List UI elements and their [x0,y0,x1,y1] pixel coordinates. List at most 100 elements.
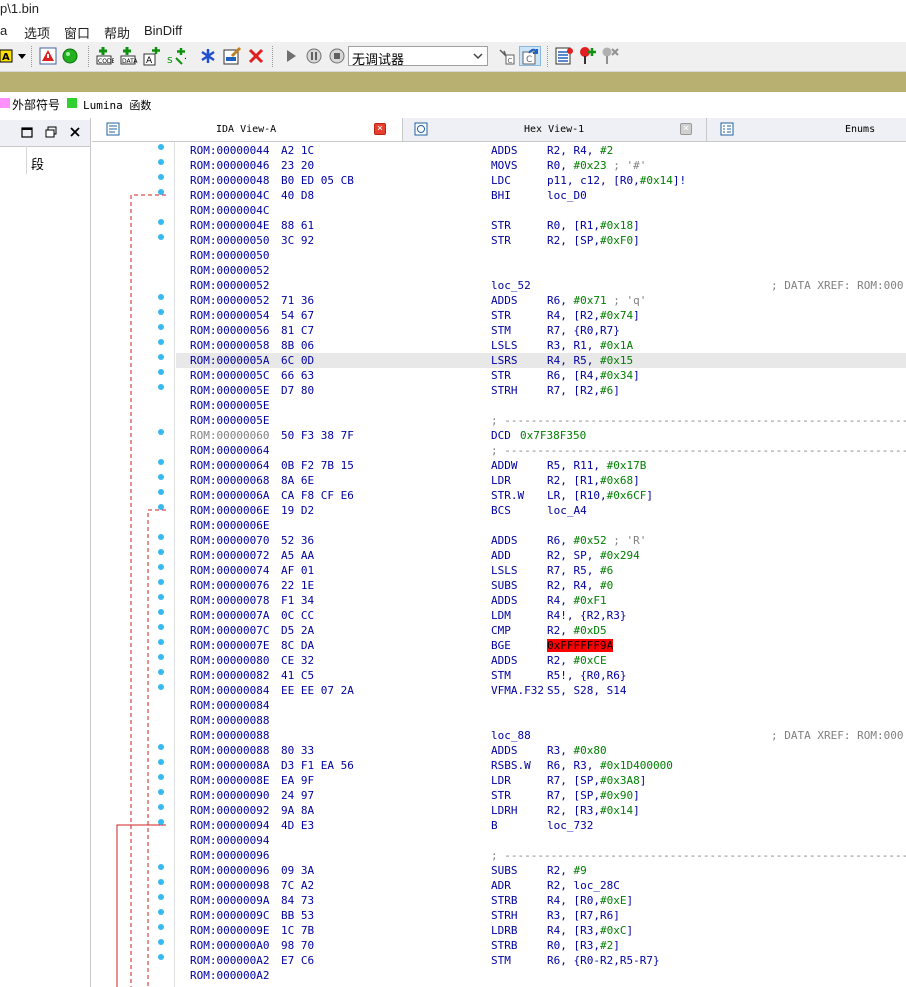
instruction-operands[interactable]: R4, #0xF1 [547,593,607,608]
disasm-line[interactable]: ROM:00000072 A5 AA ADD R2, SP, #0x294 [176,548,906,563]
restore-icon[interactable] [43,125,59,141]
add-data-icon[interactable]: DATA [118,46,138,66]
breakpoint-dot[interactable] [158,474,164,480]
disasm-line[interactable]: ROM:0000004C 40 D8 BHI loc_D0 [176,188,906,203]
instruction-operands[interactable]: R3, R1, #0x1A [547,338,633,353]
close-tab-icon[interactable]: × [680,123,692,135]
disasm-line[interactable]: ROM:00000068 8A 6E LDR R2, [R1,#0x68] [176,473,906,488]
disasm-line[interactable]: ROM:00000092 9A 8A LDRH R2, [R3,#0x14] [176,803,906,818]
instruction-operands[interactable]: R2, R4, #0 [547,578,613,593]
menu-item-options[interactable]: 选项 [24,23,50,42]
breakpoint-dot[interactable] [158,909,164,915]
disasm-line[interactable]: ROM:0000004E 88 61 STR R0, [R1,#0x18] [176,218,906,233]
disasm-line[interactable]: ROM:00000088 80 33 ADDS R3, #0x80 [176,743,906,758]
disasm-line[interactable]: ROM:0000009E 1C 7B LDRB R4, [R3,#0xC] [176,923,906,938]
breakpoint-dot[interactable] [158,504,164,510]
breakpoint-dot[interactable] [158,384,164,390]
debugger-select[interactable]: 无调试器 [348,46,488,67]
breakpoint-dot[interactable] [158,789,164,795]
instruction-operands[interactable]: R2, #0xCE [547,653,607,668]
breakpoint-dot[interactable] [158,324,164,330]
disasm-line[interactable]: ROM:00000088 loc_88 ; DATA XREF: ROM:000 [176,728,906,743]
add-code-icon[interactable]: CODE [94,46,114,66]
instruction-operands[interactable]: R4, [R2,#0x74] [547,308,640,323]
disasm-line[interactable]: ROM:0000007E 8C DA BGE 0xFFFFFF9A [176,638,906,653]
breakpoint-dot[interactable] [158,639,164,645]
disasm-line[interactable]: ROM:0000009A 84 73 STRB R4, [R0,#0xE] [176,893,906,908]
breakpoint-dot[interactable] [158,369,164,375]
disasm-line[interactable]: ROM:00000064 ; --------------------------… [176,443,906,458]
instruction-operands[interactable]: R6, {R0-R2,R5-R7} [547,953,660,968]
disasm-line[interactable]: ROM:0000009C BB 53 STRH R3, [R7,R6] [176,908,906,923]
menu-item-bindiff[interactable]: BinDiff [144,23,182,38]
breakpoint-dot[interactable] [158,669,164,675]
breakpoint-dot[interactable] [158,429,164,435]
navigation-band[interactable] [0,72,906,92]
start-debug-icon[interactable] [281,46,301,66]
instruction-operands[interactable]: R2, [R1,#0x68] [547,473,640,488]
breakpoint-dot[interactable] [158,189,164,195]
disassembly-view[interactable]: ROM:00000044 A2 1C ADDS R2, R4, #2 ROM:00000… [92,142,906,987]
edit-function-icon[interactable] [222,46,242,66]
instruction-operands[interactable]: loc_D0 [547,188,587,203]
breakpoint-dot[interactable] [158,819,164,825]
menu-item-a[interactable]: a [0,23,7,38]
close-tab-icon[interactable]: × [374,123,386,135]
disasm-line[interactable]: ROM:000000A2 E7 C6 STM R6, {R0-R2,R5-R7} [176,953,906,968]
breakpoint-dot[interactable] [158,339,164,345]
disasm-line[interactable]: ROM:00000098 7C A2 ADR R2, loc_28C [176,878,906,893]
add-breakpoint-icon[interactable] [577,46,597,66]
menu-item-help[interactable]: 帮助 [104,23,130,42]
disasm-line[interactable]: ROM:00000056 81 C7 STM R7, {R0,R7} [176,323,906,338]
instruction-operands[interactable]: R0, #0x23 ; '#' [547,158,646,173]
instruction-operands[interactable]: R7, {R0,R7} [547,323,620,338]
disasm-line[interactable]: ROM:00000052 71 36 ADDS R6, #0x71 ; 'q' [176,293,906,308]
disasm-line[interactable]: ROM:0000007C D5 2A CMP R2, #0xD5 [176,623,906,638]
instruction-operands[interactable]: R2, #0xD5 [547,623,607,638]
breakpoint-dot[interactable] [158,549,164,555]
segment-column-header[interactable]: 段 [31,154,44,173]
instruction-operands[interactable]: R2, [SP,#0xF0] [547,233,640,248]
disasm-line[interactable]: ROM:0000006A CA F8 CF E6 STR.W LR, [R10,#0x… [176,488,906,503]
disasm-line[interactable]: ROM:00000080 CE 32 ADDS R2, #0xCE [176,653,906,668]
minimize-icon[interactable] [19,125,35,141]
instruction-operands[interactable]: R0, [R1,#0x18] [547,218,640,233]
disasm-line[interactable]: ROM:0000005C 66 63 STR R6, [R4,#0x34] [176,368,906,383]
breakpoint-dot[interactable] [158,144,164,150]
remove-breakpoint-icon[interactable] [600,46,620,66]
disasm-line[interactable]: ROM:00000088 [176,713,906,728]
disasm-line[interactable]: ROM:000000A2 [176,968,906,983]
warning-icon[interactable] [38,46,58,66]
breakpoint-dot[interactable] [158,564,164,570]
disasm-line[interactable]: ROM:00000050 3C 92 STR R2, [SP,#0xF0] [176,233,906,248]
tab-hex-view-1[interactable]: Hex View-1 × [404,118,707,141]
disasm-line[interactable]: ROM:0000004C [176,203,906,218]
disasm-line[interactable]: ROM:00000046 23 20 MOVS R0, #0x23 ; '#' [176,158,906,173]
disasm-line[interactable]: ROM:00000094 4D E3 Bloc_732 [176,818,906,833]
instruction-operands[interactable]: R7, [SP,#0x90] [547,788,640,803]
disasm-line[interactable]: ROM:00000064 0B F2 7B 15 ADDW R5, R11, #0x1… [176,458,906,473]
breakpoint-dot[interactable] [158,624,164,630]
disasm-line[interactable]: ROM:00000076 22 1E SUBS R2, R4, #0 [176,578,906,593]
disasm-line[interactable]: ROM:0000008A D3 F1 EA 56 RSBS.W R6, R3, #0x… [176,758,906,773]
disasm-line[interactable]: ROM:0000005E D7 80 STRH R7, [R2,#6] [176,383,906,398]
breakpoint-dot[interactable] [158,594,164,600]
instruction-operands[interactable]: R0, [R3,#2] [547,938,620,953]
disasm-line[interactable]: ROM:000000A0 98 70 STRB R0, [R3,#2] [176,938,906,953]
disasm-line[interactable]: ROM:00000058 8B 06 LSLS R3, R1, #0x1A [176,338,906,353]
disasm-line[interactable]: ROM:00000070 52 36 ADDS R6, #0x52 ; 'R' [176,533,906,548]
instruction-operands[interactable]: 0x7F38F350 [520,428,586,443]
breakpoint-dot[interactable] [158,939,164,945]
instruction-operands[interactable]: R5!, {R0,R6} [547,668,626,683]
disasm-line[interactable]: ROM:00000050 [176,248,906,263]
instruction-operands[interactable]: R3, [R7,R6] [547,908,620,923]
breakpoint-dot[interactable] [158,894,164,900]
step-over-icon[interactable]: C [519,46,541,66]
instruction-operands[interactable]: R2, R4, #2 [547,143,613,158]
tab-enums[interactable]: Enums [708,118,906,141]
disasm-line[interactable]: ROM:00000082 41 C5 STM R5!, {R0,R6} [176,668,906,683]
instruction-operands[interactable]: R6, R3, #0x1D400000 [547,758,673,773]
disasm-line[interactable]: ROM:00000060 50 F3 38 7F DCD 0x7F38F350 [176,428,906,443]
tab-ida-view-a[interactable]: IDA View-A × [92,118,403,141]
breakpoint-dot[interactable] [158,654,164,660]
